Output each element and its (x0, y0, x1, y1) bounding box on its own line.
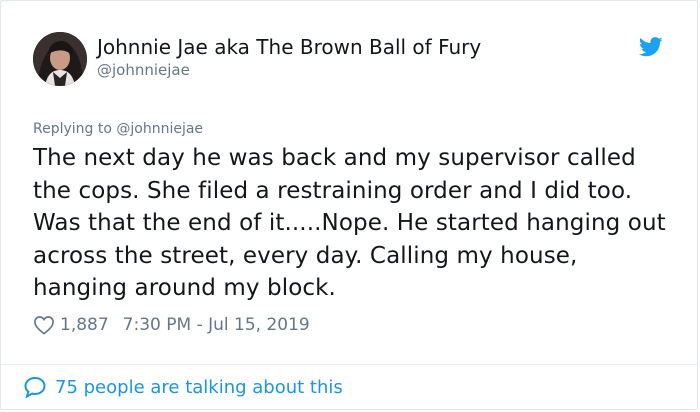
tweet-header: Johnnie Jae aka The Brown Ball of Fury @… (33, 32, 669, 88)
like-count[interactable]: 1,887 (60, 313, 109, 337)
conversation-label[interactable]: 75 people are talking about this (55, 377, 343, 398)
heart-icon[interactable] (33, 315, 55, 335)
tweet-timestamp[interactable]: 7:30 PM - Jul 15, 2019 (123, 313, 310, 337)
twitter-bird-icon[interactable] (639, 36, 663, 58)
tweet-card: Johnnie Jae aka The Brown Ball of Fury @… (0, 0, 698, 410)
divider (1, 364, 697, 365)
author-display-name[interactable]: Johnnie Jae aka The Brown Ball of Fury (97, 34, 481, 60)
tweet-text: The next day he was back and my supervis… (33, 145, 666, 301)
replying-to-handle[interactable]: @johnniejae (116, 121, 203, 137)
speech-bubble-icon (24, 376, 46, 399)
author-handle[interactable]: @johnniejae (97, 60, 481, 80)
avatar[interactable] (33, 32, 87, 86)
replying-to: Replying to @johnniejae (33, 121, 203, 137)
replying-to-prefix: Replying to (33, 121, 112, 137)
author-names: Johnnie Jae aka The Brown Ball of Fury @… (97, 34, 481, 80)
tweet-meta: 1,887 7:30 PM - Jul 15, 2019 (33, 313, 310, 337)
conversation-link[interactable]: 75 people are talking about this (23, 375, 343, 399)
